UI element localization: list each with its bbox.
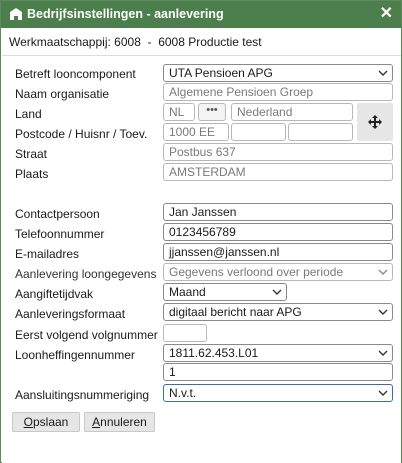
aansluiting-select[interactable]: N.v.t.: [163, 384, 393, 402]
chevron-down-icon: [378, 267, 388, 277]
loonheffing-extra-value: 1: [169, 365, 176, 379]
land-code-value: NL: [169, 105, 185, 119]
dialog-window: Bedrijfsinstellingen - aanlevering ✕ Wer…: [0, 0, 402, 463]
close-icon[interactable]: ✕: [380, 4, 393, 24]
loonheffing-extra-field[interactable]: 1: [163, 363, 393, 381]
land-code-field[interactable]: NL: [163, 103, 195, 121]
cancel-mnemonic: A: [92, 415, 101, 429]
divider: [2, 55, 401, 56]
email-value: jjanssen@janssen.nl: [169, 245, 280, 259]
postcode-label: Postcode / Huisnr / Toev.: [15, 127, 148, 141]
save-label: pslaan: [32, 415, 69, 429]
plaats-value: AMSTERDAM: [169, 165, 246, 179]
aanleveringsformaat-select[interactable]: digitaal bericht naar APG: [163, 303, 393, 321]
naam-org-field[interactable]: Algemene Pensioen Groep: [163, 83, 393, 101]
plaats-label: Plaats: [15, 167, 49, 181]
email-label: E-mailadres: [15, 247, 80, 261]
chevron-down-icon: [378, 348, 388, 358]
aanlevering-loon-value: Gegevens verloond over periode: [169, 265, 344, 279]
loonheffing-value: 1811.62.453.L01: [169, 346, 259, 360]
volgnummer-label: Eerst volgend volgnummer: [15, 328, 158, 342]
betreft-label: Betreft looncomponent: [15, 67, 136, 81]
postcode-field[interactable]: 1000 EE: [163, 123, 229, 141]
company-info: Werkmaatschappij: 6008 - 6008 Productie …: [9, 35, 262, 49]
email-field[interactable]: jjanssen@janssen.nl: [163, 243, 393, 261]
aanlevering-loon-select[interactable]: Gegevens verloond over periode: [163, 263, 393, 281]
land-lookup-button[interactable]: •••: [198, 103, 226, 121]
cancel-label: nnuleren: [100, 415, 147, 429]
chevron-down-icon: [378, 307, 388, 317]
plaats-field[interactable]: AMSTERDAM: [163, 163, 393, 181]
save-mnemonic: O: [23, 415, 33, 429]
toev-field[interactable]: [288, 123, 353, 141]
chevron-down-icon: [272, 287, 282, 297]
betreft-select[interactable]: UTA Pensioen APG: [163, 64, 393, 82]
contact-field[interactable]: Jan Janssen: [163, 203, 393, 221]
aanleveringsformaat-value: digitaal bericht naar APG: [169, 305, 302, 319]
telefoon-value: 0123456789: [169, 225, 236, 239]
aanleveringsformaat-label: Aanleveringsformaat: [15, 307, 126, 321]
aanlevering-loon-label: Aanlevering loongegevens: [15, 267, 157, 281]
save-button[interactable]: Opslaan: [12, 412, 80, 432]
postcode-value: 1000 EE: [169, 125, 216, 139]
land-label: Land: [15, 107, 42, 121]
land-name-value: Nederland: [237, 105, 293, 119]
betreft-value: UTA Pensioen APG: [169, 66, 273, 80]
bottom-bar: [2, 439, 401, 463]
dialog-title: Bedrijfsinstellingen - aanlevering: [27, 7, 224, 21]
aansluiting-value: N.v.t.: [169, 386, 197, 400]
land-name-field[interactable]: Nederland: [231, 103, 353, 121]
telefoon-label: Telefoonnummer: [15, 227, 105, 241]
huisnr-field[interactable]: [231, 123, 286, 141]
company-value: 6008 - 6008 Productie test: [114, 35, 262, 49]
chevron-down-icon: [378, 388, 388, 398]
straat-label: Straat: [15, 147, 48, 161]
loonheffing-select[interactable]: 1811.62.453.L01: [163, 344, 393, 362]
cancel-button[interactable]: Annuleren: [84, 412, 155, 432]
loonheffing-label: Loonheffingennummer: [15, 348, 135, 362]
naam-org-label: Naam organisatie: [15, 87, 110, 101]
aansluiting-label: Aansluitingsnummeriging: [15, 388, 150, 402]
naam-org-value: Algemene Pensioen Groep: [169, 85, 314, 99]
company-label: Werkmaatschappij:: [9, 35, 111, 49]
contact-value: Jan Janssen: [169, 205, 237, 219]
contact-label: Contactpersoon: [15, 207, 100, 221]
title-bar[interactable]: Bedrijfsinstellingen - aanlevering ✕: [1, 1, 401, 28]
straat-field[interactable]: Postbus 637: [163, 143, 393, 161]
aangiftetijdvak-value: Maand: [169, 285, 206, 299]
move-arrows-icon[interactable]: [357, 103, 393, 141]
straat-value: Postbus 637: [169, 145, 236, 159]
building-icon: [9, 7, 23, 21]
telefoon-field[interactable]: 0123456789: [163, 223, 393, 241]
aangiftetijdvak-label: Aangiftetijdvak: [15, 287, 94, 301]
aangiftetijdvak-select[interactable]: Maand: [163, 283, 287, 301]
chevron-down-icon: [378, 68, 388, 78]
volgnummer-field[interactable]: [163, 324, 207, 342]
